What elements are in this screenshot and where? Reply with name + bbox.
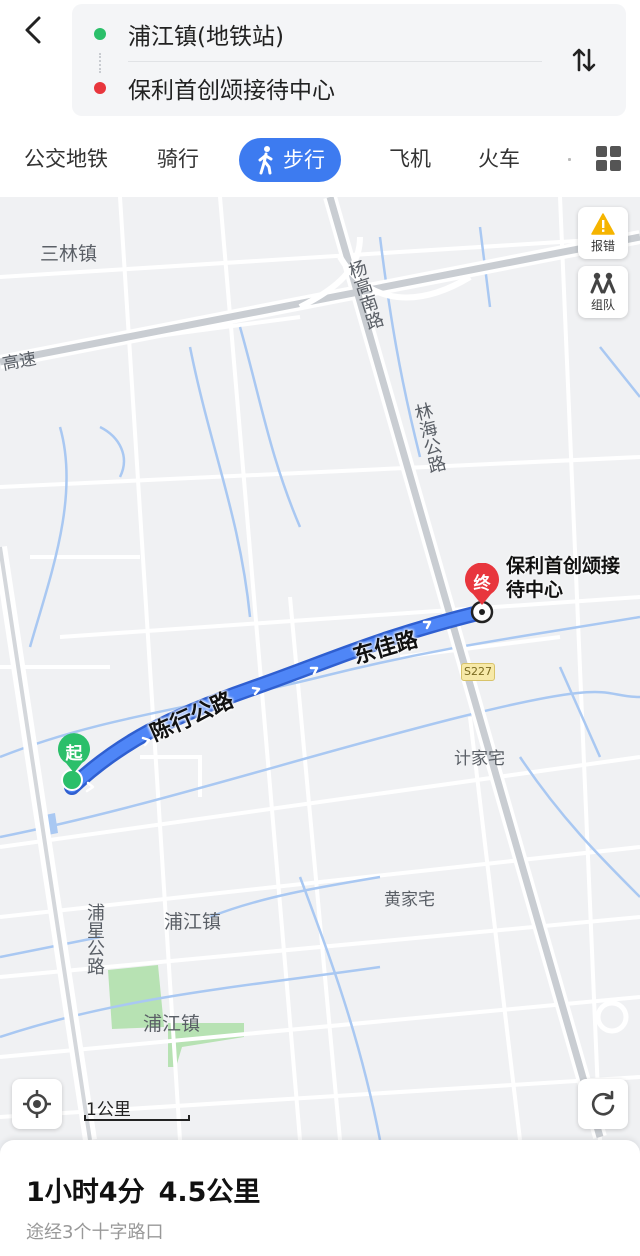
- team-button[interactable]: 组队: [578, 266, 628, 318]
- route-detail: 途经3个十字路口: [26, 1222, 164, 1243]
- route-card: 浦江镇(地铁站) 保利首创颂接待中心: [72, 4, 626, 116]
- map-scale: 1公里: [84, 1095, 192, 1121]
- destination-map-label: 保利首创颂接待中心: [506, 555, 621, 601]
- report-error-button[interactable]: 报错: [578, 207, 628, 259]
- refresh-icon: [591, 1090, 615, 1116]
- locate-button[interactable]: [12, 1079, 62, 1129]
- tab-cycling[interactable]: 骑行: [157, 136, 199, 182]
- tab-walking-label: 步行: [283, 148, 325, 172]
- tab-transit[interactable]: 公交地铁: [24, 136, 108, 182]
- swap-arrows-icon: [572, 48, 596, 72]
- walking-route: [61, 600, 494, 795]
- report-error-label: 报错: [590, 238, 615, 253]
- tab-train[interactable]: 火车: [478, 136, 520, 182]
- destination-field[interactable]: 保利首创颂接待中心: [72, 62, 542, 114]
- crosshair-icon: [23, 1090, 51, 1118]
- origin-text: 浦江镇(地铁站): [128, 24, 284, 50]
- people-icon: [590, 272, 616, 293]
- walking-person-icon: [257, 145, 275, 175]
- more-modes-grid-button[interactable]: [596, 146, 622, 172]
- back-button[interactable]: [14, 10, 54, 50]
- back-arrow-icon: [25, 16, 41, 44]
- route-header: 浦江镇(地铁站) 保利首创颂接待中心 公交地铁 骑行 步行 飞机 火车: [0, 0, 640, 197]
- tab-flight[interactable]: 飞机: [389, 136, 431, 182]
- team-label: 组队: [590, 297, 615, 312]
- warning-icon: [591, 212, 615, 235]
- map-view[interactable]: 三林镇 高速 杨高南路 林海公路 浦星公路 计家宅 黄家宅 浦江镇 浦江镇 S2…: [0, 197, 640, 1140]
- route-duration: 1小时4分: [26, 1177, 145, 1208]
- end-marker[interactable]: 终: [463, 563, 501, 607]
- route-summary: 1小时4分 4.5公里: [26, 1170, 274, 1209]
- route-distance: 4.5公里: [158, 1177, 261, 1208]
- scale-bar: [84, 1115, 190, 1121]
- start-marker-label: 起: [65, 744, 83, 764]
- refresh-button[interactable]: [578, 1079, 628, 1129]
- travel-mode-tabs: 公交地铁 骑行 步行 飞机 火车: [0, 136, 640, 186]
- origin-field[interactable]: 浦江镇(地铁站): [72, 8, 542, 60]
- route-summary-sheet[interactable]: 1小时4分 4.5公里 途经3个十字路口: [0, 1140, 640, 1256]
- destination-text: 保利首创颂接待中心: [128, 78, 335, 104]
- start-marker[interactable]: 起: [56, 733, 92, 775]
- tab-overflow-indicator: [568, 158, 571, 161]
- origin-dot-icon: [94, 28, 106, 40]
- end-marker-label: 终: [473, 574, 491, 594]
- tab-walking[interactable]: 步行: [239, 138, 341, 182]
- swap-button[interactable]: [564, 40, 604, 80]
- destination-dot-icon: [94, 82, 106, 94]
